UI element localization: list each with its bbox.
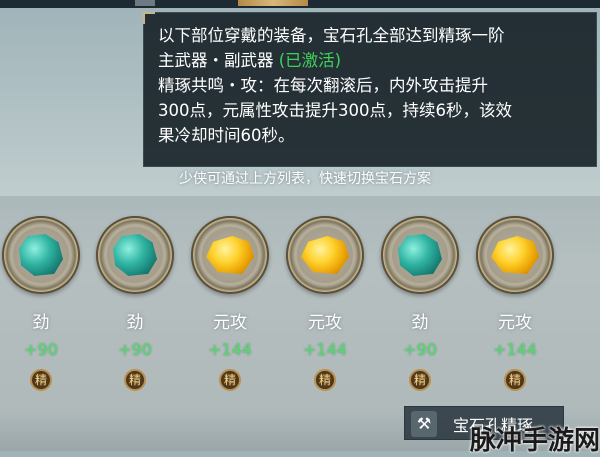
gem-bonus: +90	[403, 340, 437, 359]
refine-badge-icon: 精	[219, 369, 241, 391]
tooltip-line-parts: 主武器・副武器 (已激活)	[158, 48, 582, 73]
refine-badge-icon: 精	[409, 369, 431, 391]
green-gem-icon	[113, 234, 157, 276]
gem-slot-2[interactable]: 劲 +90 精	[94, 216, 176, 391]
gem-attribute: 元攻	[308, 313, 342, 333]
top-ornament	[135, 0, 155, 6]
hammer-icon: ⚒	[411, 411, 437, 437]
refine-badge-icon: 精	[30, 369, 52, 391]
gem-socket[interactable]	[96, 216, 174, 294]
gem-slot-6[interactable]: 元攻 +144 精	[474, 216, 556, 391]
tooltip-line-requirement: 以下部位穿戴的装备，宝石孔全部达到精琢一阶	[158, 26, 505, 45]
gold-gem-icon	[206, 236, 254, 274]
gem-attribute: 元攻	[498, 313, 532, 333]
switch-plan-hint: 少侠可通过上方列表，快速切换宝石方案	[179, 171, 431, 187]
gem-socket[interactable]	[191, 216, 269, 294]
gem-bonus: +144	[493, 340, 537, 359]
tooltip-line-effect-1: 精琢共鸣・攻：在每次翻滚后，内外攻击提升	[158, 76, 488, 95]
gem-socket[interactable]	[2, 216, 80, 294]
refine-badge-icon: 精	[124, 369, 146, 391]
equipment-frame-ornament	[238, 0, 308, 6]
gem-bonus: +144	[208, 340, 252, 359]
gem-attribute: 元攻	[213, 313, 247, 333]
gem-socket[interactable]	[381, 216, 459, 294]
gold-gem-icon	[491, 236, 539, 274]
tooltip-corner-ornament	[143, 12, 155, 24]
tooltip-active-status: (已激活)	[278, 51, 342, 70]
gem-attribute: 劲	[411, 313, 429, 333]
tooltip-line-effect-2: 300点，元属性攻击提升300点，持续6秒，该效	[158, 101, 512, 120]
gem-slot-4[interactable]: 元攻 +144 精	[284, 216, 366, 391]
refine-badge-icon: 精	[504, 369, 526, 391]
gem-attribute: 劲	[126, 313, 144, 333]
gold-gem-icon	[301, 236, 349, 274]
gem-socket[interactable]	[286, 216, 364, 294]
gem-socket[interactable]	[476, 216, 554, 294]
gem-slot-3[interactable]: 元攻 +144 精	[189, 216, 271, 391]
green-gem-icon	[19, 234, 63, 276]
tooltip-parts: 主武器・副武器	[158, 51, 274, 70]
gem-bonus: +144	[303, 340, 347, 359]
watermark: 脉冲手游网	[470, 426, 600, 456]
gem-slot-1[interactable]: 劲 +90 精	[0, 216, 82, 391]
gem-bonus: +90	[24, 340, 58, 359]
gem-bonus: +90	[118, 340, 152, 359]
gem-slot-5[interactable]: 劲 +90 精	[379, 216, 461, 391]
green-gem-icon	[398, 234, 442, 276]
gem-attribute: 劲	[32, 313, 50, 333]
resonance-tooltip: 以下部位穿戴的装备，宝石孔全部达到精琢一阶 主武器・副武器 (已激活) 精琢共鸣…	[143, 12, 597, 167]
refine-badge-icon: 精	[314, 369, 336, 391]
tooltip-line-effect-3: 果冷却时间60秒。	[158, 126, 295, 145]
